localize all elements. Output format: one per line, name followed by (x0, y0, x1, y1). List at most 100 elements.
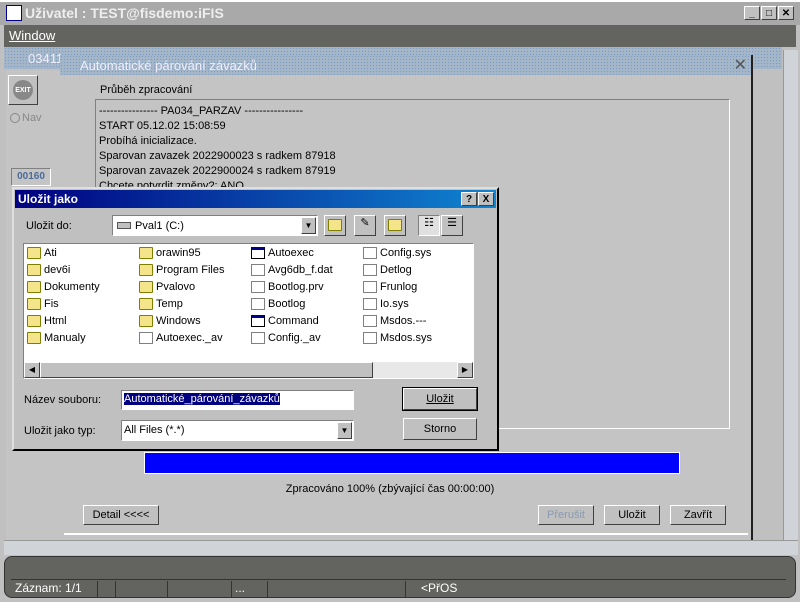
file-icon (251, 298, 265, 310)
file-name: dev6i (44, 264, 71, 276)
list-view-button[interactable]: ☷ (418, 215, 440, 236)
save-button[interactable]: Uložit (604, 505, 660, 525)
file-item[interactable]: Command (251, 315, 319, 327)
file-icon (363, 315, 377, 327)
detail-button[interactable]: Detail <<<< (83, 505, 159, 525)
record-code: 00160 (11, 168, 51, 186)
file-item[interactable]: Dokumenty (27, 281, 100, 293)
file-list[interactable]: ◀ ▶ Ati dev6i Dokumenty Fis Html Manualy orawi… (23, 243, 474, 379)
file-item[interactable]: Program Files (139, 264, 224, 276)
folder-icon (27, 281, 41, 293)
horizontal-scrollbar[interactable] (4, 540, 798, 555)
folder-icon (27, 247, 41, 259)
file-item[interactable]: Temp (139, 298, 183, 310)
log-line: Sparovan zavazek 2022900023 s radkem 879… (99, 150, 336, 162)
program-icon (251, 315, 265, 327)
bg-window-title: 03411 (28, 51, 64, 66)
file-list-scrollbar[interactable]: ◀ ▶ (24, 362, 473, 378)
nav-radio[interactable]: Nav (10, 112, 42, 124)
chevron-down-icon[interactable]: ▼ (337, 422, 352, 439)
file-item[interactable]: Config.sys (363, 247, 431, 259)
file-item[interactable]: Pvalovo (139, 281, 195, 293)
save-dialog: Uložit jako ? X Uložit do: Pval1 (C:) ▼ … (12, 187, 499, 451)
folder-icon (139, 264, 153, 276)
maximize-button[interactable]: □ (761, 6, 777, 20)
close-button-progress[interactable]: Zavřít (670, 505, 726, 525)
progress-fill (145, 453, 679, 473)
menu-bar: Window (4, 25, 796, 47)
file-name: Autoexec._av (156, 332, 223, 344)
file-name: Msdos.sys (380, 332, 432, 344)
file-item[interactable]: Bootlog (251, 298, 305, 310)
file-item[interactable]: Autoexec (251, 247, 314, 259)
new-folder-icon (388, 219, 402, 231)
close-button[interactable]: ✕ (778, 6, 794, 20)
status-record: Záznam: 1/1 (15, 581, 82, 595)
progress-window-title-bar: Automatické párování závazků ✕ (60, 55, 751, 75)
program-icon (251, 247, 265, 259)
up-folder-button[interactable] (324, 215, 346, 236)
chevron-down-icon[interactable]: ▼ (301, 217, 316, 234)
file-name: Temp (156, 298, 183, 310)
file-name: Config._av (268, 332, 321, 344)
file-item[interactable]: Ati (27, 247, 57, 259)
menu-window[interactable]: Window (9, 28, 55, 43)
file-name: Detlog (380, 264, 412, 276)
file-icon (251, 332, 265, 344)
new-folder-button[interactable] (384, 215, 406, 236)
file-item[interactable]: Msdos.--- (363, 315, 426, 327)
file-name: Html (44, 315, 67, 327)
desktop-button[interactable]: ✎ (354, 215, 376, 236)
file-item[interactable]: Config._av (251, 332, 321, 344)
file-item[interactable]: Manualy (27, 332, 86, 344)
log-line: Probíhá inicializace. (99, 135, 197, 147)
file-name: Autoexec (268, 247, 314, 259)
folder-icon (27, 332, 41, 344)
progress-text: Zpracováno 100% (zbývající čas 00:00:00) (285, 483, 495, 495)
file-item[interactable]: Avg6db_f.dat (251, 264, 333, 276)
dialog-cancel-button[interactable]: Storno (403, 418, 477, 440)
interrupt-button[interactable]: Přerušit (538, 505, 594, 525)
file-name: Config.sys (380, 247, 432, 259)
minimize-button[interactable]: _ (744, 6, 760, 20)
file-item[interactable]: Windows (139, 315, 201, 327)
folder-icon (27, 298, 41, 310)
scroll-thumb[interactable] (40, 362, 373, 378)
details-view-button[interactable]: ☰ (441, 215, 463, 236)
file-name: Avg6db_f.dat (268, 264, 333, 276)
file-name: Frunlog (380, 281, 418, 293)
file-item[interactable]: Detlog (363, 264, 412, 276)
filename-input[interactable]: Automatické_párování_závazků (121, 390, 354, 410)
file-icon (363, 281, 377, 293)
file-name: Bootlog (268, 298, 306, 310)
file-icon (251, 281, 265, 293)
help-button[interactable]: ? (461, 192, 477, 206)
vertical-scrollbar[interactable] (783, 50, 798, 540)
file-item[interactable]: Html (27, 315, 67, 327)
file-item[interactable]: orawin95 (139, 247, 201, 259)
filetype-select[interactable]: All Files (*.*) ▼ (121, 420, 354, 441)
file-item[interactable]: Bootlog.prv (251, 281, 324, 293)
folder-icon (139, 247, 153, 259)
progress-window-close-icon[interactable]: ✕ (734, 55, 747, 75)
file-item[interactable]: Autoexec._av (139, 332, 223, 344)
dialog-save-button[interactable]: Uložit (402, 387, 478, 411)
file-item[interactable]: Fis (27, 298, 59, 310)
file-item[interactable]: Frunlog (363, 281, 417, 293)
folder-icon (27, 264, 41, 276)
filetype-label: Uložit jako typ: (24, 425, 96, 437)
file-item[interactable]: Io.sys (363, 298, 409, 310)
file-item[interactable]: Msdos.sys (363, 332, 432, 344)
status-mode: <PřOS (421, 581, 458, 595)
file-name: Bootlog.prv (268, 281, 324, 293)
file-item[interactable]: dev6i (27, 264, 70, 276)
exit-button[interactable]: EXIT (8, 75, 38, 105)
folder-icon (139, 298, 153, 310)
drive-icon (117, 222, 131, 229)
save-in-select[interactable]: Pval1 (C:) ▼ (112, 215, 318, 236)
file-icon (363, 247, 377, 259)
file-icon (139, 332, 153, 344)
log-line: ---------------- PA034_PARZAV ----------… (99, 105, 304, 117)
section-label: Průběh zpracování (100, 84, 193, 96)
dialog-close-button[interactable]: X (478, 192, 494, 206)
